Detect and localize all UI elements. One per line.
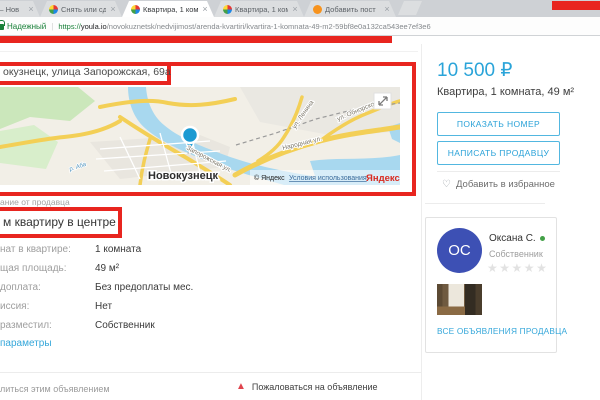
- map[interactable]: Новокузнецк Запорожская ул. Народная ул.…: [0, 87, 400, 185]
- chip-separator: |: [51, 22, 53, 31]
- avatar: ОС: [437, 228, 482, 273]
- tab-label: Квартира, 1 комната, 3: [235, 5, 288, 14]
- youla-favicon-icon: [131, 5, 140, 14]
- yandex-logo: Яндекс: [366, 173, 400, 184]
- heart-icon: [442, 180, 451, 190]
- tab-2[interactable]: Снять или сдать кварти: [40, 1, 122, 17]
- divider: [425, 203, 545, 204]
- seller-name: Оксана С.: [489, 233, 545, 244]
- star-icon: [536, 261, 548, 275]
- youla-favicon-icon: [49, 5, 58, 14]
- map-expand-button[interactable]: [374, 93, 391, 109]
- annotation-redaction-header: [0, 36, 392, 43]
- seller-card: ОС Оксана С. Собственник ВСЕ ОБЪЯВЛЕНИЯ …: [425, 217, 557, 353]
- show-number-button[interactable]: ПОКАЗАТЬ НОМЕР: [437, 112, 560, 136]
- rating-stars: [487, 261, 548, 275]
- tab-close-icon[interactable]: [27, 5, 35, 13]
- url-path: /novokuznetsk/nedvijimost/arenda-kvartir…: [107, 22, 431, 31]
- tab-label: Снять или сдать кварти: [61, 5, 106, 14]
- param-value: Собственник: [95, 320, 155, 331]
- youla-favicon-icon: [223, 5, 232, 14]
- tab-1[interactable]: — Нов: [0, 1, 40, 17]
- tab-3-active[interactable]: Квартира, 1 комната, 49: [122, 1, 214, 17]
- param-label: иссия:: [0, 301, 29, 312]
- divider: [437, 171, 560, 172]
- tab-close-icon[interactable]: [291, 5, 299, 13]
- tab-bar: — Нов Снять или сдать кварти Квартира, 1…: [0, 0, 600, 17]
- price: 10 500 ₽: [437, 59, 512, 82]
- param-value: Без предоплаты мес.: [95, 282, 193, 293]
- map-terms-link[interactable]: Условия использования: [289, 175, 367, 182]
- write-seller-button[interactable]: НАПИСАТЬ ПРОДАВЦУ: [437, 141, 560, 165]
- param-value: 1 комната: [95, 244, 141, 255]
- map-attribution: © Яндекс: [254, 174, 285, 182]
- tab-label: Добавить пост: [325, 5, 380, 14]
- tab-close-icon[interactable]: [383, 5, 391, 13]
- tab-close-icon[interactable]: [201, 5, 209, 13]
- map-city-label: Новокузнецк: [148, 170, 218, 182]
- report-link[interactable]: Пожаловаться на объявление: [236, 382, 378, 392]
- description-section-label: ание от продавца: [0, 197, 70, 207]
- header-divider: [0, 51, 418, 52]
- param-label: доплата:: [0, 282, 41, 293]
- all-seller-ads-link[interactable]: ВСЕ ОБЪЯВЛЕНИЯ ПРОДАВЦА: [437, 326, 567, 336]
- tab-5[interactable]: Добавить пост: [304, 1, 396, 17]
- address-bar[interactable]: Надежный | https://youla.io/novokuznetsk…: [0, 17, 600, 36]
- favorite-label: Добавить в избранное: [456, 179, 555, 190]
- url-scheme: https://: [58, 22, 81, 31]
- star-icon: [512, 261, 524, 275]
- listing-address: окузнецк, улица Запорожская, 69а: [3, 66, 171, 78]
- url-text[interactable]: https://youla.io/novokuznetsk/nedvijimos…: [58, 22, 430, 31]
- star-icon: [487, 261, 499, 275]
- share-section-label: литься этим объявлением: [0, 384, 110, 394]
- post-favicon-icon: [313, 5, 322, 14]
- divider: [0, 372, 421, 373]
- seller-name-text: Оксана С.: [489, 233, 536, 244]
- security-chip[interactable]: Надежный: [7, 22, 46, 31]
- report-label: Пожаловаться на объявление: [252, 382, 378, 392]
- listing-subtitle: Квартира, 1 комната, 49 м²: [437, 86, 574, 98]
- param-label: щая площадь:: [0, 263, 67, 274]
- add-to-favorites-button[interactable]: Добавить в избранное: [437, 179, 560, 190]
- param-value: 49 м²: [95, 263, 119, 274]
- star-icon: [524, 261, 536, 275]
- browser-window: — Нов Снять или сдать кварти Квартира, 1…: [0, 0, 600, 400]
- tab-close-icon[interactable]: [109, 5, 117, 13]
- star-icon: [499, 261, 511, 275]
- param-label: разместил:: [0, 320, 52, 331]
- tab-4[interactable]: Квартира, 1 комната, 3: [214, 1, 304, 17]
- tab-label: Квартира, 1 комната, 49: [143, 5, 198, 14]
- warning-triangle-icon: [236, 382, 246, 392]
- seller-type: Собственник: [489, 249, 543, 259]
- lock-icon: [0, 24, 4, 30]
- url-domain: youla.io: [81, 22, 107, 31]
- all-params-link[interactable]: параметры: [0, 338, 52, 349]
- annotation-redaction-top-right: [552, 1, 600, 10]
- listing-title: м квартиру в центре: [3, 215, 116, 229]
- param-value: Нет: [95, 301, 112, 312]
- column-divider: [421, 44, 422, 400]
- param-label: нат в квартире:: [0, 244, 71, 255]
- listing-thumbnail[interactable]: [437, 284, 482, 315]
- tab-label: — Нов: [0, 5, 24, 14]
- new-tab-button[interactable]: [398, 1, 422, 15]
- online-status-icon: [540, 236, 545, 241]
